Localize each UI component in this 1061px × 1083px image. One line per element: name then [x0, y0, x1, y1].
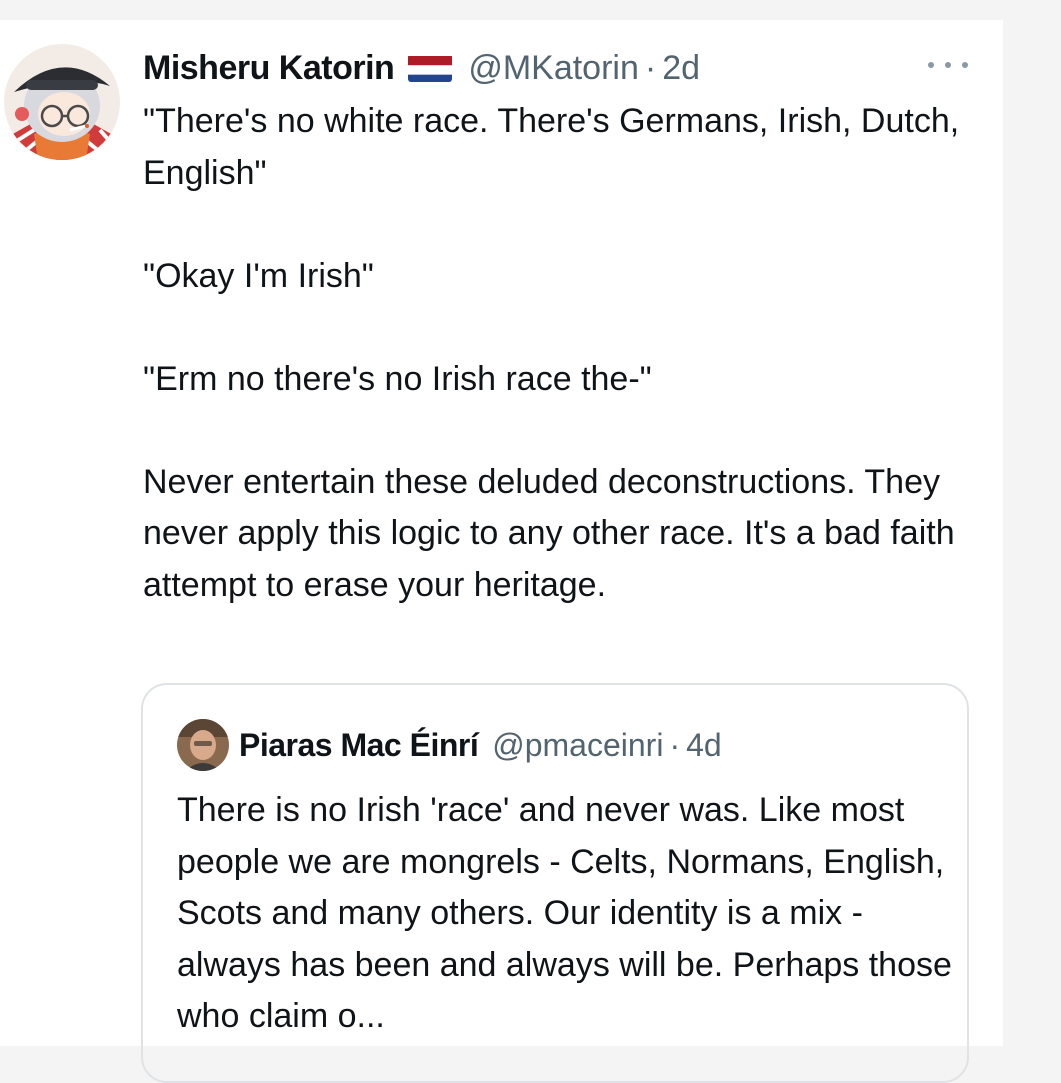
quoted-author-handle[interactable]: @pmaceinri [492, 727, 663, 764]
quoted-tweet[interactable]: Piaras Mac Éinrí @pmaceinri · 4d There i… [141, 683, 969, 1083]
netherlands-flag-icon [408, 54, 453, 82]
tweet-header: Misheru Katorin @MKatorin · 2d [143, 44, 700, 92]
author-avatar[interactable] [4, 44, 120, 160]
tweet-paragraph: "Okay I'm Irish" [143, 256, 374, 295]
separator-dot: · [669, 726, 681, 763]
tweet-paragraph: Never entertain these deluded deconstruc… [143, 462, 955, 604]
quoted-author-avatar [177, 719, 229, 771]
tweet-timestamp[interactable]: 2d [662, 49, 700, 88]
tweet-paragraph: "Erm no there's no Irish race the-" [143, 359, 652, 398]
quoted-tweet-timestamp[interactable]: 4d [686, 727, 722, 764]
tweet-card[interactable]: Misheru Katorin @MKatorin · 2d "There's … [0, 20, 1003, 1083]
quoted-tweet-header: Piaras Mac Éinrí @pmaceinri · 4d [239, 719, 722, 771]
more-options-icon[interactable] [928, 50, 968, 80]
tweet-paragraph: "There's no white race. There's Germans,… [143, 102, 960, 192]
quoted-author-name[interactable]: Piaras Mac Éinrí [239, 727, 479, 764]
separator-dot: · [644, 48, 657, 87]
tweet-text: "There's no white race. There's Germans,… [143, 96, 973, 611]
author-name[interactable]: Misheru Katorin [143, 49, 395, 88]
quoted-tweet-text: There is no Irish 'race' and never was. … [177, 791, 952, 1035]
author-handle[interactable]: @MKatorin [468, 49, 639, 88]
